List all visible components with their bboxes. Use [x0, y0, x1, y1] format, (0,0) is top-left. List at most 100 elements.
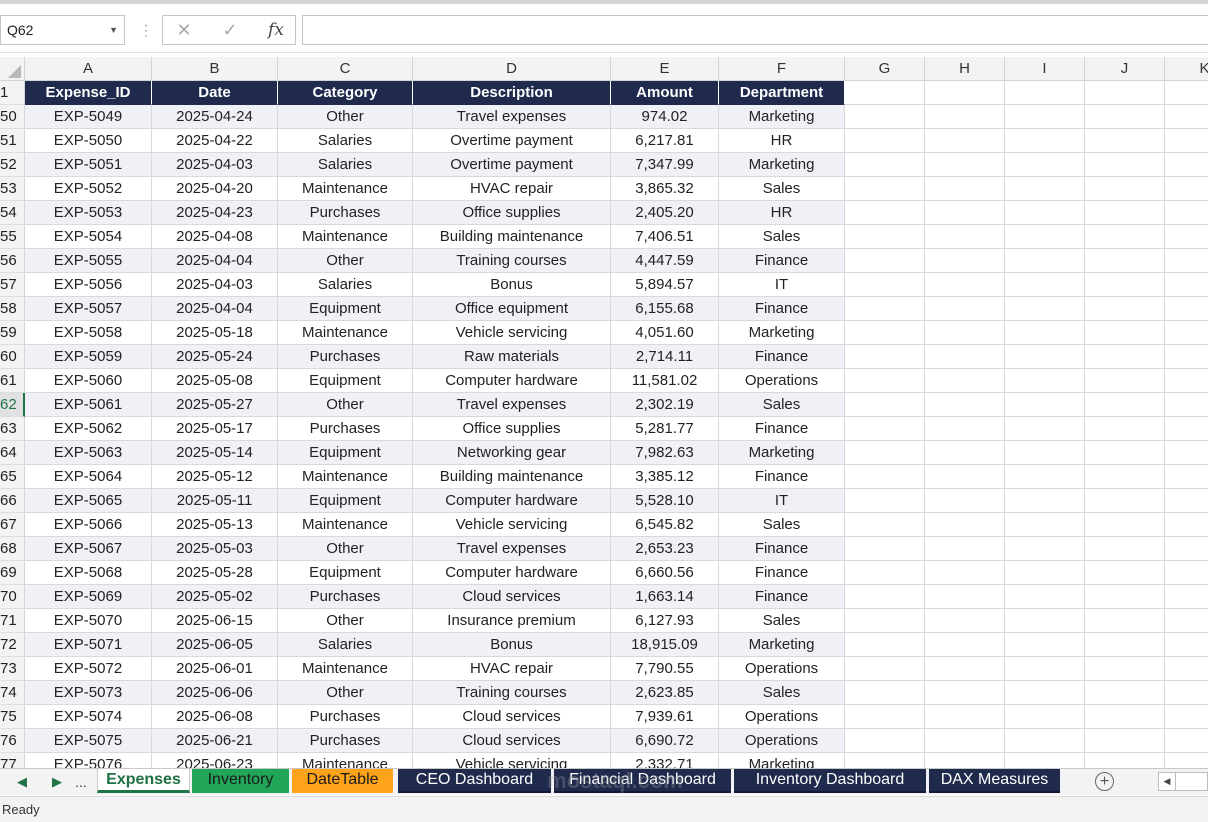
row-number[interactable]: 59 — [0, 321, 25, 345]
table-cell[interactable]: 5,528.10 — [611, 489, 719, 513]
empty-cell[interactable] — [1005, 705, 1085, 729]
table-cell[interactable]: HR — [719, 201, 845, 225]
empty-cell[interactable] — [1085, 489, 1165, 513]
empty-cell[interactable] — [845, 561, 925, 585]
empty-cell[interactable] — [845, 321, 925, 345]
table-cell[interactable]: Vehicle servicing — [413, 321, 611, 345]
table-cell[interactable]: Sales — [719, 681, 845, 705]
empty-cell[interactable] — [1005, 105, 1085, 129]
table-cell[interactable]: Maintenance — [278, 225, 413, 249]
empty-cell[interactable] — [845, 201, 925, 225]
table-cell[interactable]: EXP-5075 — [25, 729, 152, 753]
row-number[interactable]: 56 — [0, 249, 25, 273]
empty-cell[interactable] — [845, 657, 925, 681]
row-number[interactable]: 65 — [0, 465, 25, 489]
empty-cell[interactable] — [1005, 465, 1085, 489]
table-cell[interactable]: Equipment — [278, 489, 413, 513]
row-number[interactable]: 69 — [0, 561, 25, 585]
name-box[interactable]: Q62 ▼ — [0, 15, 125, 45]
table-cell[interactable]: EXP-5063 — [25, 441, 152, 465]
table-cell[interactable]: IT — [719, 489, 845, 513]
empty-cell[interactable] — [1085, 225, 1165, 249]
table-cell[interactable]: Equipment — [278, 441, 413, 465]
table-cell[interactable]: EXP-5051 — [25, 153, 152, 177]
row-number[interactable]: 54 — [0, 201, 25, 225]
table-cell[interactable]: Insurance premium — [413, 609, 611, 633]
empty-cell[interactable] — [1165, 537, 1208, 561]
table-cell[interactable]: Sales — [719, 177, 845, 201]
table-cell[interactable]: 2025-04-03 — [152, 273, 278, 297]
table-cell[interactable]: EXP-5065 — [25, 489, 152, 513]
enter-icon[interactable]: ✓ — [213, 16, 247, 44]
table-cell[interactable]: Office supplies — [413, 417, 611, 441]
table-cell[interactable]: 2025-06-15 — [152, 609, 278, 633]
empty-cell[interactable] — [1165, 225, 1208, 249]
column-header-i[interactable]: I — [1005, 57, 1085, 81]
empty-cell[interactable] — [845, 105, 925, 129]
table-cell[interactable]: HR — [719, 129, 845, 153]
empty-cell[interactable] — [845, 705, 925, 729]
spreadsheet-grid[interactable]: 1 Expense_ID Date Category Description Amount… — [0, 81, 1208, 768]
empty-cell[interactable] — [1165, 633, 1208, 657]
empty-cell[interactable] — [1005, 393, 1085, 417]
empty-cell[interactable] — [1005, 561, 1085, 585]
table-cell[interactable]: Finance — [719, 345, 845, 369]
table-cell[interactable]: Computer hardware — [413, 489, 611, 513]
table-cell[interactable]: 2025-05-28 — [152, 561, 278, 585]
formula-input[interactable] — [302, 15, 1208, 45]
empty-cell[interactable] — [1085, 129, 1165, 153]
empty-cell[interactable] — [925, 249, 1005, 273]
row-number[interactable]: 74 — [0, 681, 25, 705]
table-cell[interactable]: Maintenance — [278, 321, 413, 345]
empty-cell[interactable] — [1165, 465, 1208, 489]
table-cell[interactable]: Other — [278, 249, 413, 273]
table-cell[interactable]: 2025-04-04 — [152, 297, 278, 321]
table-header-cell[interactable]: Description — [413, 81, 611, 105]
tab-scroll-left-icon[interactable]: ◀ — [13, 769, 31, 795]
empty-cell[interactable] — [1165, 249, 1208, 273]
empty-cell[interactable] — [1085, 609, 1165, 633]
column-header-c[interactable]: C — [278, 57, 413, 81]
empty-cell[interactable] — [925, 537, 1005, 561]
table-cell[interactable]: Purchases — [278, 585, 413, 609]
table-cell[interactable]: Purchases — [278, 201, 413, 225]
table-cell[interactable]: 2,714.11 — [611, 345, 719, 369]
table-cell[interactable]: EXP-5050 — [25, 129, 152, 153]
table-cell[interactable]: 7,406.51 — [611, 225, 719, 249]
table-cell[interactable]: Finance — [719, 297, 845, 321]
table-cell[interactable]: 2025-04-20 — [152, 177, 278, 201]
empty-cell[interactable] — [925, 633, 1005, 657]
table-cell[interactable]: Other — [278, 105, 413, 129]
table-cell[interactable]: Purchases — [278, 417, 413, 441]
empty-cell[interactable] — [845, 225, 925, 249]
table-cell[interactable]: 2,623.85 — [611, 681, 719, 705]
empty-cell[interactable] — [1085, 465, 1165, 489]
table-cell[interactable]: Finance — [719, 585, 845, 609]
empty-cell[interactable] — [925, 225, 1005, 249]
table-cell[interactable]: EXP-5067 — [25, 537, 152, 561]
table-cell[interactable]: 2,653.23 — [611, 537, 719, 561]
empty-cell[interactable] — [1005, 345, 1085, 369]
table-cell[interactable]: 2025-06-08 — [152, 705, 278, 729]
row-number[interactable]: 77 — [0, 753, 25, 768]
horizontal-scrollbar[interactable]: ◀ — [1158, 772, 1208, 791]
table-cell[interactable]: Travel expenses — [413, 105, 611, 129]
table-cell[interactable]: Cloud services — [413, 705, 611, 729]
table-cell[interactable]: 2,405.20 — [611, 201, 719, 225]
empty-cell[interactable] — [1165, 705, 1208, 729]
empty-cell[interactable] — [1085, 369, 1165, 393]
empty-cell[interactable] — [1165, 369, 1208, 393]
table-cell[interactable]: 2025-04-03 — [152, 153, 278, 177]
table-cell[interactable]: EXP-5071 — [25, 633, 152, 657]
table-cell[interactable]: Salaries — [278, 273, 413, 297]
table-cell[interactable]: 2025-04-08 — [152, 225, 278, 249]
empty-cell[interactable] — [1005, 681, 1085, 705]
empty-cell[interactable] — [1005, 153, 1085, 177]
table-cell[interactable]: Computer hardware — [413, 369, 611, 393]
empty-cell[interactable] — [1165, 129, 1208, 153]
empty-cell[interactable] — [1165, 753, 1208, 768]
table-cell[interactable]: 18,915.09 — [611, 633, 719, 657]
table-cell[interactable]: Marketing — [719, 633, 845, 657]
table-cell[interactable]: 2025-04-22 — [152, 129, 278, 153]
table-cell[interactable]: Equipment — [278, 561, 413, 585]
